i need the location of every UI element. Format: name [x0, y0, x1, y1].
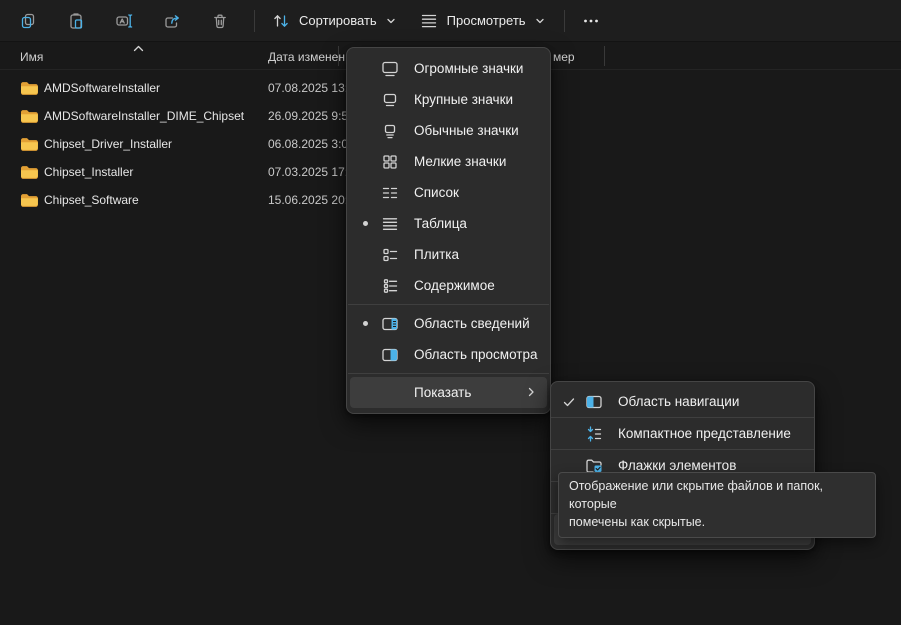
folder-icon — [20, 165, 38, 180]
file-date-modified: 07.08.2025 13: — [268, 81, 348, 95]
submenu-item-compact-view[interactable]: Компактное представление — [554, 418, 811, 449]
tooltip-line-1: Отображение или скрытие файлов и папок, … — [569, 477, 865, 513]
navigation-pane-icon — [584, 392, 604, 412]
column-divider — [338, 46, 339, 66]
details-view-icon — [380, 214, 400, 234]
toolbar-separator — [564, 10, 565, 32]
view-menu: Огромные значки Крупные значки Обычные з… — [346, 47, 551, 414]
menu-item-tiles-view[interactable]: Плитка — [350, 239, 547, 270]
copy-button[interactable] — [8, 4, 48, 38]
chevron-down-icon — [385, 15, 397, 27]
file-name: AMDSoftwareInstaller_DIME_Chipset — [44, 109, 244, 123]
menu-item-list-view[interactable]: Список — [350, 177, 547, 208]
view-icon — [419, 11, 439, 31]
menu-item-huge-icons[interactable]: Огромные значки — [350, 53, 547, 84]
sort-icon — [271, 11, 291, 31]
file-date-modified: 06.08.2025 3:0 — [268, 137, 348, 151]
sort-ascending-icon — [133, 45, 144, 53]
toolbar-separator — [254, 10, 255, 32]
toolbar: Сортировать Просмотреть — [0, 0, 901, 42]
column-header-size-fragment[interactable]: мер — [553, 50, 575, 64]
small-icons-icon — [380, 152, 400, 172]
sort-button[interactable]: Сортировать — [261, 4, 407, 38]
submenu-item-navigation-pane[interactable]: Область навигации — [554, 386, 811, 417]
file-name: Chipset_Driver_Installer — [44, 137, 172, 151]
preview-pane-icon — [380, 345, 400, 365]
file-name: Chipset_Installer — [44, 165, 133, 179]
file-date-modified: 07.03.2025 17: — [268, 165, 348, 179]
checkmark-icon — [554, 395, 584, 409]
list-view-icon — [380, 183, 400, 203]
file-date-modified: 15.06.2025 20: — [268, 193, 348, 207]
column-header-date-modified[interactable]: Дата изменен — [268, 50, 345, 64]
paste-icon — [66, 11, 86, 31]
medium-icons-icon — [380, 121, 400, 141]
column-divider — [604, 46, 605, 66]
view-button[interactable]: Просмотреть — [409, 4, 556, 38]
huge-icons-icon — [380, 59, 400, 79]
file-name: Chipset_Software — [44, 193, 139, 207]
details-pane-icon — [380, 314, 400, 334]
chevron-right-icon — [525, 386, 537, 398]
menu-item-large-icons[interactable]: Крупные значки — [350, 84, 547, 115]
menu-item-details-pane[interactable]: Область сведений — [350, 308, 547, 339]
menu-item-small-icons[interactable]: Мелкие значки — [350, 146, 547, 177]
file-name: AMDSoftwareInstaller — [44, 81, 160, 95]
menu-item-show[interactable]: Показать — [350, 377, 547, 408]
tiles-view-icon — [380, 245, 400, 265]
file-date-modified: 26.09.2025 9:5 — [268, 109, 348, 123]
more-icon — [581, 11, 601, 31]
hidden-items-tooltip: Отображение или скрытие файлов и папок, … — [558, 472, 876, 538]
rename-button[interactable] — [104, 4, 144, 38]
paste-button[interactable] — [56, 4, 96, 38]
large-icons-icon — [380, 90, 400, 110]
delete-button[interactable] — [200, 4, 240, 38]
menu-item-preview-pane[interactable]: Область просмотра — [350, 339, 547, 370]
menu-item-details-view[interactable]: Таблица — [350, 208, 547, 239]
menu-separator — [348, 304, 549, 305]
menu-item-content-view[interactable]: Содержимое — [350, 270, 547, 301]
content-view-icon — [380, 276, 400, 296]
folder-icon — [20, 81, 38, 96]
view-button-label: Просмотреть — [447, 13, 526, 28]
share-button[interactable] — [152, 4, 192, 38]
delete-icon — [210, 11, 230, 31]
folder-icon — [20, 137, 38, 152]
share-icon — [162, 11, 182, 31]
sort-button-label: Сортировать — [299, 13, 377, 28]
column-header-name[interactable]: Имя — [20, 50, 43, 64]
menu-item-medium-icons[interactable]: Обычные значки — [350, 115, 547, 146]
folder-icon — [20, 193, 38, 208]
tooltip-line-2: помечены как скрытые. — [569, 513, 865, 531]
selected-bullet — [363, 321, 368, 326]
folder-icon — [20, 109, 38, 124]
selected-bullet — [363, 221, 368, 226]
chevron-down-icon — [534, 15, 546, 27]
compact-view-icon — [584, 424, 604, 444]
more-button[interactable] — [571, 4, 611, 38]
rename-icon — [114, 11, 134, 31]
copy-icon — [18, 11, 38, 31]
menu-separator — [348, 373, 549, 374]
